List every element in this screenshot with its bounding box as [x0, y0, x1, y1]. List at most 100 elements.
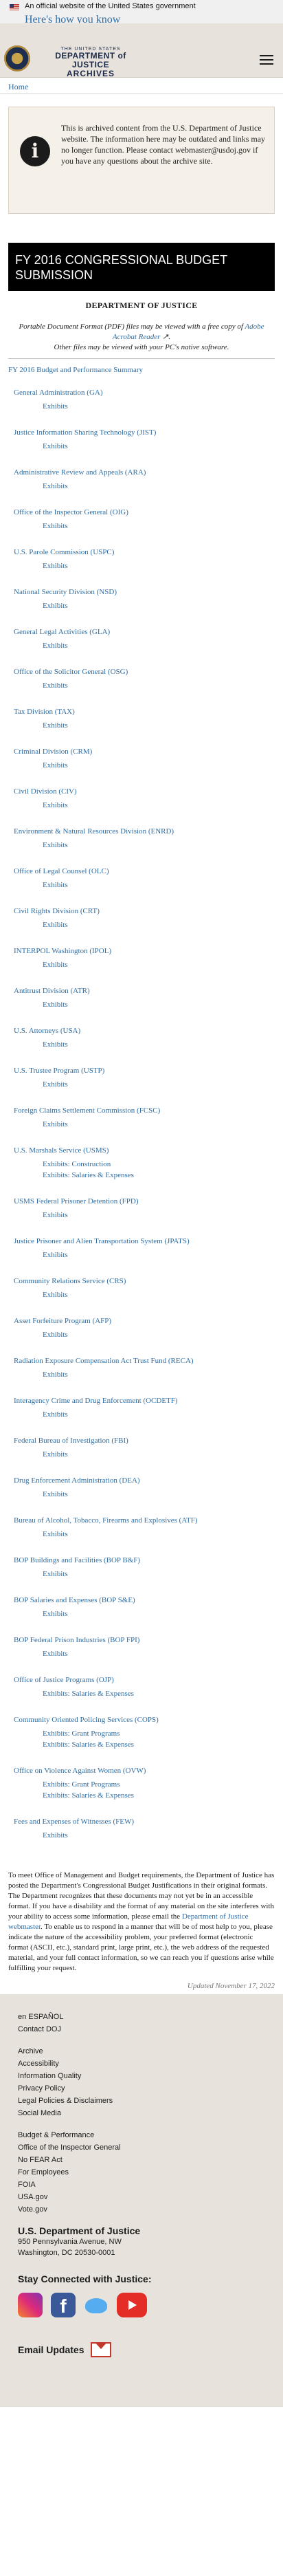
us-flag-icon: [10, 4, 19, 10]
component-link[interactable]: Environment & Natural Resources Division…: [14, 827, 275, 836]
footer-link[interactable]: No FEAR Act: [18, 2154, 265, 2166]
footer-link[interactable]: Information Quality: [18, 2070, 265, 2082]
exhibits-link[interactable]: Exhibits: Salaries & Expenses: [43, 1740, 275, 1749]
exhibits-link[interactable]: Exhibits: Salaries & Expenses: [43, 1689, 275, 1699]
component-link[interactable]: Justice Prisoner and Alien Transportatio…: [14, 1236, 275, 1246]
exhibits-link[interactable]: Exhibits: [43, 1489, 275, 1499]
exhibits-link[interactable]: Exhibits: [43, 880, 275, 890]
component-link[interactable]: Administrative Review and Appeals (ARA): [14, 468, 275, 477]
exhibits-link[interactable]: Exhibits: [43, 402, 275, 411]
facebook-icon[interactable]: f: [51, 2293, 76, 2317]
exhibits-link[interactable]: Exhibits: [43, 441, 275, 451]
menu-icon[interactable]: [260, 55, 273, 65]
footer-link[interactable]: For Employees: [18, 2166, 265, 2179]
exhibits-link[interactable]: Exhibits: [43, 561, 275, 571]
footer-link[interactable]: Legal Policies & Disclaimers: [18, 2095, 265, 2107]
footer-link[interactable]: Privacy Policy: [18, 2082, 265, 2095]
component-link[interactable]: Drug Enforcement Administration (DEA): [14, 1476, 275, 1485]
exhibits-link[interactable]: Exhibits: Grant Programs: [43, 1729, 275, 1738]
exhibits-link[interactable]: Exhibits: [43, 681, 275, 690]
component-link[interactable]: Office of Legal Counsel (OLC): [14, 866, 275, 876]
component-link[interactable]: Community Oriented Policing Services (CO…: [14, 1715, 275, 1725]
exhibits-link[interactable]: Exhibits: [43, 1120, 275, 1129]
exhibits-link[interactable]: Exhibits: [43, 1330, 275, 1340]
component-link[interactable]: Interagency Crime and Drug Enforcement (…: [14, 1396, 275, 1406]
footer-link[interactable]: FOIA: [18, 2179, 265, 2191]
exhibits-link[interactable]: Exhibits: [43, 761, 275, 770]
instagram-icon[interactable]: [18, 2293, 43, 2317]
exhibits-link[interactable]: Exhibits: [43, 840, 275, 850]
exhibits-link[interactable]: Exhibits: [43, 1410, 275, 1419]
exhibits-link[interactable]: Exhibits: [43, 1569, 275, 1579]
component-link[interactable]: General Legal Activities (GLA): [14, 627, 275, 637]
exhibits-link[interactable]: Exhibits: [43, 960, 275, 970]
exhibits-link[interactable]: Exhibits: [43, 1040, 275, 1049]
exhibits-link[interactable]: Exhibits: [43, 1529, 275, 1539]
exhibits-link[interactable]: Exhibits: Salaries & Expenses: [43, 1170, 275, 1180]
footer-link[interactable]: Office of the Inspector General: [18, 2141, 265, 2154]
component-link[interactable]: U.S. Parole Commission (USPC): [14, 547, 275, 557]
component-link[interactable]: U.S. Marshals Service (USMS): [14, 1146, 275, 1155]
footer-link[interactable]: Social Media: [18, 2107, 265, 2119]
exhibits-link[interactable]: Exhibits: [43, 1831, 275, 1840]
exhibits-link[interactable]: Exhibits: [43, 1649, 275, 1659]
exhibits-link[interactable]: Exhibits: [43, 721, 275, 730]
component-link[interactable]: Criminal Division (CRM): [14, 747, 275, 756]
component-link[interactable]: Radiation Exposure Compensation Act Trus…: [14, 1356, 275, 1366]
component-link[interactable]: Justice Information Sharing Technology (…: [14, 428, 275, 437]
component-link[interactable]: INTERPOL Washington (IPOL): [14, 946, 275, 956]
component-link[interactable]: Fees and Expenses of Witnesses (FEW): [14, 1817, 275, 1826]
exhibits-link[interactable]: Exhibits: [43, 1450, 275, 1459]
component-link[interactable]: Civil Division (CIV): [14, 787, 275, 796]
component-link[interactable]: Office of Justice Programs (OJP): [14, 1675, 275, 1685]
breadcrumb-home[interactable]: Home: [8, 82, 28, 91]
component-link[interactable]: Office of the Inspector General (OIG): [14, 507, 275, 517]
budget-summary-link[interactable]: FY 2016 Budget and Performance Summary: [8, 366, 275, 374]
component-link[interactable]: BOP Salaries and Expenses (BOP S&E): [14, 1595, 275, 1605]
component-link[interactable]: Civil Rights Division (CRT): [14, 906, 275, 916]
exhibits-link[interactable]: Exhibits: [43, 1000, 275, 1009]
exhibits-link[interactable]: Exhibits: [43, 1250, 275, 1260]
footer-link[interactable]: Contact DOJ: [18, 2023, 265, 2035]
exhibits-link[interactable]: Exhibits: [43, 641, 275, 651]
exhibits-link[interactable]: Exhibits: [43, 521, 275, 531]
exhibits-link[interactable]: Exhibits: [43, 800, 275, 810]
exhibits-link[interactable]: Exhibits: Construction: [43, 1159, 275, 1169]
component-link[interactable]: Community Relations Service (CRS): [14, 1276, 275, 1286]
footer-link[interactable]: USA.gov: [18, 2191, 265, 2203]
component-link[interactable]: General Administration (GA): [14, 388, 275, 397]
component-link[interactable]: USMS Federal Prisoner Detention (FPD): [14, 1197, 275, 1206]
component-link[interactable]: U.S. Attorneys (USA): [14, 1026, 275, 1036]
exhibits-link[interactable]: Exhibits: Salaries & Expenses: [43, 1791, 275, 1800]
footer-link[interactable]: Archive: [18, 2045, 265, 2057]
exhibits-link[interactable]: Exhibits: [43, 481, 275, 491]
footer-link[interactable]: Budget & Performance: [18, 2129, 265, 2141]
component-link[interactable]: Office of the Solicitor General (OSG): [14, 667, 275, 677]
exhibits-link[interactable]: Exhibits: [43, 1080, 275, 1089]
exhibits-link[interactable]: Exhibits: [43, 920, 275, 930]
exhibits-link[interactable]: Exhibits: [43, 1210, 275, 1220]
footer-link[interactable]: Accessibility: [18, 2057, 265, 2070]
exhibits-link[interactable]: Exhibits: [43, 1370, 275, 1379]
exhibits-link[interactable]: Exhibits: [43, 601, 275, 611]
component-link[interactable]: Tax Division (TAX): [14, 707, 275, 717]
component-link[interactable]: Office on Violence Against Women (OVW): [14, 1766, 275, 1776]
exhibits-link[interactable]: Exhibits: [43, 1609, 275, 1619]
component-link[interactable]: Antitrust Division (ATR): [14, 986, 275, 996]
component-link[interactable]: Foreign Claims Settlement Commission (FC…: [14, 1106, 275, 1115]
component-link[interactable]: Asset Forfeiture Program (AFP): [14, 1316, 275, 1326]
component-link[interactable]: BOP Federal Prison Industries (BOP FPI): [14, 1635, 275, 1645]
footer-link[interactable]: en ESPAÑOL: [18, 2011, 265, 2023]
footer-link[interactable]: Vote.gov: [18, 2203, 265, 2216]
component-link[interactable]: BOP Buildings and Facilities (BOP B&F): [14, 1556, 275, 1565]
twitter-icon[interactable]: [84, 2293, 109, 2317]
doj-archives-logo[interactable]: THE UNITED STATES DEPARTMENT of JUSTICE …: [36, 47, 146, 78]
component-link[interactable]: U.S. Trustee Program (USTP): [14, 1066, 275, 1076]
email-updates[interactable]: Email Updates: [18, 2342, 265, 2357]
exhibits-link[interactable]: Exhibits: [43, 1290, 275, 1300]
exhibits-link[interactable]: Exhibits: Grant Programs: [43, 1780, 275, 1789]
youtube-icon[interactable]: [117, 2293, 147, 2317]
component-link[interactable]: Bureau of Alcohol, Tobacco, Firearms and…: [14, 1516, 275, 1525]
component-link[interactable]: Federal Bureau of Investigation (FBI): [14, 1436, 275, 1445]
component-link[interactable]: National Security Division (NSD): [14, 587, 275, 597]
